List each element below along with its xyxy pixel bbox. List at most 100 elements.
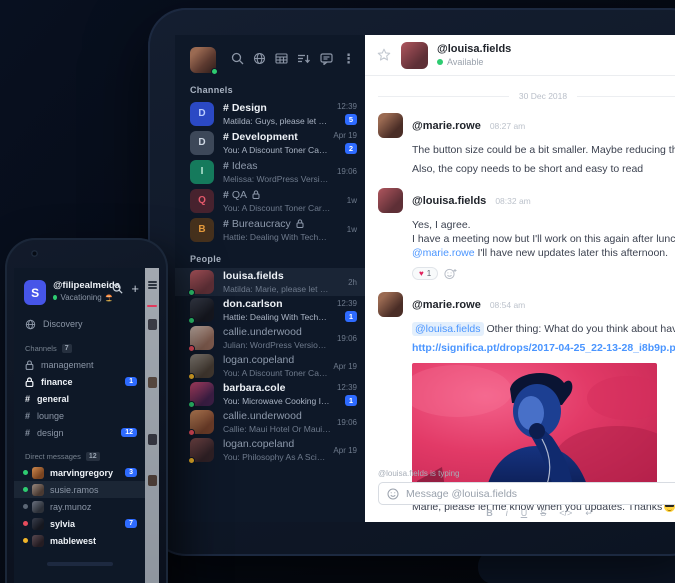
hash-icon: # xyxy=(25,410,31,421)
mention-chip[interactable]: @louisa.fields xyxy=(412,322,484,336)
channel-preview: You: A Discount Toner Cartridge Is B… xyxy=(223,144,329,155)
star-icon[interactable] xyxy=(377,48,391,62)
person-row-logan-copeland[interactable]: logan.copeland You: A Discount Toner Car… xyxy=(175,352,365,380)
message-author[interactable]: @louisa.fields xyxy=(412,195,486,207)
channel-row-bureaucracy[interactable]: B # Bureaucracy Hattie: Dealing With Tech… xyxy=(175,215,365,244)
underline-button[interactable]: U xyxy=(521,508,528,519)
channel-time: 1w xyxy=(346,196,357,205)
people-section-label: People xyxy=(190,254,222,264)
channel-row-ideas[interactable]: I #Ideas Melissa: WordPress Version 2.0.… xyxy=(175,157,365,186)
message-input[interactable]: Message @louisa.fields xyxy=(378,482,675,505)
channel-row-qa[interactable]: Q #QA You: A Discount Toner Cartridge Is… xyxy=(175,186,365,215)
unread-badge: 5 xyxy=(344,114,357,125)
phone-channel-design[interactable]: # design 12 xyxy=(14,424,145,441)
date-divider: 30 Dec 2018 xyxy=(378,91,675,101)
channel-preview: Matilda: Guys, please let me know wh… xyxy=(223,115,331,126)
add-channel-icon[interactable]: + xyxy=(131,282,139,295)
user-avatar xyxy=(188,382,214,408)
person-time: 19:06 xyxy=(336,333,357,343)
message-avatar[interactable] xyxy=(378,188,403,213)
message-avatar[interactable] xyxy=(378,292,403,317)
phone-header: S @filipealmeida Vacationing + xyxy=(14,268,145,305)
person-row-don-carlson[interactable]: don.carlson Hattie: Dealing With Technic… xyxy=(175,296,365,324)
away-status-dot xyxy=(23,538,28,543)
busy-status-dot xyxy=(23,521,28,526)
online-status-dot xyxy=(188,317,195,324)
user-avatar xyxy=(188,326,214,352)
user-avatar xyxy=(32,466,44,479)
person-name: don.carlson xyxy=(223,298,283,310)
kebab-menu-icon[interactable]: ⋮ xyxy=(342,52,355,65)
person-row-callie-underwood-2[interactable]: callie.underwood Callie: Maui Hotel Or M… xyxy=(175,408,365,436)
person-row-logan-copeland-2[interactable]: logan.copeland You: Philosophy As A Scie… xyxy=(175,436,365,464)
search-icon[interactable] xyxy=(112,283,124,294)
dm-name: mablewest xyxy=(50,535,97,546)
phone-screen: S @filipealmeida Vacationing + Discovery… xyxy=(14,268,159,583)
bold-button[interactable]: B xyxy=(486,508,493,519)
person-row-barbara-cole[interactable]: barbara.cole You: Microwave Cooking Is T… xyxy=(175,380,365,408)
dm-row-mablewest[interactable]: mablewest xyxy=(14,532,145,549)
person-preview: Julian: WordPress Version 2.0.3 xyxy=(223,340,331,350)
phone-sidebar-drawer: S @filipealmeida Vacationing + Discovery… xyxy=(14,268,145,583)
unread-badge: 12 xyxy=(121,428,137,437)
code-button[interactable]: </> xyxy=(559,508,572,519)
dm-row-susie-ramos[interactable]: susie.ramos xyxy=(14,481,145,498)
workspace-logo[interactable]: S xyxy=(24,280,47,305)
mention-link[interactable]: @marie.rowe xyxy=(412,247,475,259)
message-avatar[interactable] xyxy=(378,113,403,138)
phone-channel-finance[interactable]: finance 1 xyxy=(14,373,145,390)
channel-row-development[interactable]: D # Development You: A Discount Toner Car… xyxy=(175,128,365,157)
user-avatar xyxy=(188,298,214,324)
phone-device: S @filipealmeida Vacationing + Discovery… xyxy=(5,238,168,583)
sort-descending-icon[interactable] xyxy=(297,52,311,65)
shared-link[interactable]: http://significa.pt/drops/2017-04-25_22-… xyxy=(412,342,675,354)
phone-camera xyxy=(31,250,38,257)
dm-section-label: Direct messages xyxy=(25,452,81,461)
add-reaction-icon[interactable] xyxy=(444,268,457,280)
dm-row-ray-munoz[interactable]: ray.munoz xyxy=(14,498,145,515)
phone-channel-general[interactable]: # general xyxy=(14,390,145,407)
table-icon[interactable] xyxy=(275,52,288,65)
hash-icon: # xyxy=(25,427,31,438)
unread-badge: 3 xyxy=(125,468,137,477)
message-author[interactable]: @marie.rowe xyxy=(412,120,481,132)
current-user-avatar[interactable] xyxy=(190,47,218,75)
hamburger-menu-icon[interactable] xyxy=(147,281,157,289)
person-time: 2h xyxy=(348,277,357,287)
person-name: louisa.fields xyxy=(223,270,284,282)
chat-user-avatar[interactable] xyxy=(401,41,428,69)
person-row-callie-underwood[interactable]: callie.underwood Julian: WordPress Versi… xyxy=(175,324,365,352)
globe-icon xyxy=(25,319,36,329)
search-icon[interactable] xyxy=(231,52,244,65)
dm-row-sylvia[interactable]: sylvia 7 xyxy=(14,515,145,532)
input-placeholder: Message @louisa.fields xyxy=(406,487,518,500)
emoji-picker-icon[interactable] xyxy=(387,488,399,500)
phone-channel-lounge[interactable]: # lounge xyxy=(14,407,145,424)
person-time: Apr 19 xyxy=(333,361,357,371)
phone-channel-management[interactable]: management xyxy=(14,356,145,373)
message-text: Also, the copy needs to be short and eas… xyxy=(412,163,644,175)
tablet-sidebar: ⋮ Channels D # Design Matilda: Guys, plea… xyxy=(175,35,365,522)
message-text: @louisa.fields Other thing: What do you … xyxy=(412,322,675,336)
discovery-item[interactable]: Discovery xyxy=(14,315,145,333)
lock-icon xyxy=(25,359,34,370)
message-time: 08:32 am xyxy=(495,195,531,206)
channel-name: Bureaucracy xyxy=(231,217,291,230)
italic-button[interactable]: i xyxy=(506,508,508,519)
return-button[interactable]: ↵ xyxy=(585,508,593,519)
channels-section-label: Channels xyxy=(190,85,233,95)
reaction-pill[interactable]: ♥ 1 xyxy=(412,267,439,280)
channel-row-design[interactable]: D #Design Matilda: Guys, please let me k… xyxy=(175,99,365,128)
strikethrough-button[interactable]: S xyxy=(540,508,546,519)
person-preview: You: Philosophy As A Science xyxy=(223,452,330,462)
globe-icon[interactable] xyxy=(253,52,266,65)
home-indicator[interactable] xyxy=(46,562,113,566)
message-author[interactable]: @marie.rowe xyxy=(412,299,481,311)
tablet-screen: ⋮ Channels D # Design Matilda: Guys, plea… xyxy=(175,35,675,522)
avatar-thumbnail xyxy=(147,474,157,486)
message-square-icon[interactable] xyxy=(320,52,333,65)
channel-preview: Melissa: WordPress Version 2.0.3 xyxy=(223,173,331,184)
person-row-louisa-fields[interactable]: louisa.fields Matilda: Marie, please let… xyxy=(175,268,365,296)
person-time: 12:39 xyxy=(336,382,357,392)
dm-row-marvingregory[interactable]: marvingregory 3 xyxy=(14,464,145,481)
